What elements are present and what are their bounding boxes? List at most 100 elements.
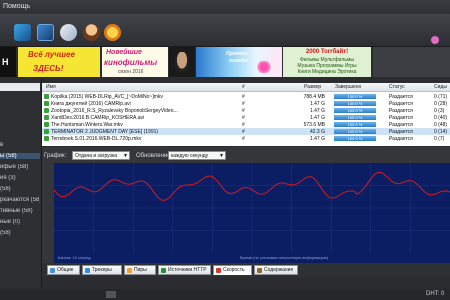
torrent-status-icon [44,115,49,120]
torrent-progress: 100.0 % [334,122,376,127]
torrent-progress: 100.0 % [334,108,376,113]
torrent-seeds: 0 (7) [434,136,445,142]
speed-graph: Шкала: 10 секунд Время (не учитывая полу… [54,163,450,263]
torrent-status-icon [44,129,49,134]
speed-graph-panel: График: Отдача и загрузка ▼ Обновление: … [42,147,450,263]
banner-movies[interactable]: Новейшие кинофильмы сезон 2016 [102,47,168,77]
torrent-size: 1.47 G [309,136,325,142]
banner-left-fragment[interactable]: H [0,47,16,77]
tab-1[interactable]: Трекеры [82,265,122,275]
sidebar-item[interactable]: ные (0) [0,219,40,225]
graph-step-label: Шкала: 10 секунд [58,255,91,260]
settings-icon[interactable] [104,24,121,41]
banner-movies-line3: сезон 2016 [118,69,144,75]
torrent-list: Имя # Размер Завершено Статус Сиды Kopil… [42,83,450,146]
banner-empty [373,47,450,77]
torrent-progress: 100.0 % [334,136,376,141]
tab-icon [257,268,262,273]
tab-label: Общие [57,267,74,273]
tab-4[interactable]: Скорость [213,265,252,275]
rss-icon[interactable] [60,24,77,41]
graph-type-select[interactable]: Отдача и загрузка ▼ [72,151,130,160]
tab-icon [216,268,221,273]
tab-label: Пиры [134,267,147,273]
torrent-progress: 100.0 % [334,94,376,99]
torrent-status-icon [44,122,49,127]
graph-time-label: Время (не учитывая полученную информацию… [240,255,329,260]
chevron-down-icon: ▼ [123,153,128,159]
detail-tabs: Общие Трекеры Пиры Источники HTTP Скорость Со… [42,263,450,277]
graph-type-value: Отдача и загрузка [75,153,118,159]
banner-catalog[interactable]: 2000 Torrбайт! Фильмы Мультфильмы Музыка… [283,47,371,77]
graph-controls: График: Отдача и загрузка ▼ Обновление: … [42,147,450,163]
banner-catalog-line1: 2000 Torrбайт! [305,49,349,55]
torrent-status-icon [44,101,49,106]
search-icon[interactable] [14,24,31,41]
torrent-status-icon [44,108,49,113]
torrent-progress: 100.0 % [334,101,376,106]
sidebar-item[interactable]: в [0,142,40,148]
torrent-row[interactable]: Kopilka (2015) WEB-DLRip_AVC_[~DoMiNo~]m… [42,93,450,100]
tab-icon [161,268,166,273]
status-dht: DHT: 0 [426,291,445,297]
refresh-select[interactable]: каждую секунду ▼ [168,151,226,160]
banner-weather-line2: погоды [229,58,249,64]
torrent-status-icon [44,136,49,141]
torrent-row[interactable]: TERMINATOR 2 JUDGMENT DAY [ESE] (1991) #4… [42,128,450,135]
tab-label: Источники HTTP [168,267,207,273]
flower-image [254,61,274,73]
torrent-row[interactable]: Книга джунглей (2016) CAMRip.avi #1.47 G1… [42,100,450,107]
banner-portrait[interactable] [169,47,195,77]
torrent-hash: # [242,136,245,142]
toolbar [0,14,450,52]
torrent-progress: 100.0 % [334,115,376,120]
tab-0[interactable]: Общие [47,265,80,275]
tab-label: Скорость [223,267,245,273]
banner-weather-line1: Прогноз [226,51,247,57]
menu-help[interactable]: Помощь [3,3,30,10]
banner-best-line2: ЗДЕСЬ! [33,64,64,73]
tab-5[interactable]: Содержание [254,265,298,275]
sidebar-item[interactable]: ы (58) [0,153,40,159]
banner-weather[interactable]: Прогноз погоды [196,47,282,77]
sidebar-item[interactable]: ркачаются (58) [0,197,40,203]
banner-left-text: H [2,57,9,67]
sidebar-item[interactable]: (58) [0,230,40,236]
tab-2[interactable]: Пиры [124,265,156,275]
banner-best-line1: Всё лучшее [28,50,75,59]
category-sidebar: в ы (58) ифые (58) ия (3) (58) ркачаются (58)… [0,78,42,288]
torrent-row[interactable]: Zootopia_2016_R.S_Ryzalevsky BoponobSerg… [42,107,450,114]
tab-icon [85,268,90,273]
col-status-header[interactable]: Статус [389,84,405,90]
add-torrent-icon[interactable] [37,24,54,41]
banner-movies-line1: Новейшие [106,49,142,56]
torrent-status-icon [44,94,49,99]
sidebar-item[interactable]: ифые (58) [0,164,40,170]
torrent-row[interactable]: The.Huntsman.Winters.War.mkv #573.6 MB 100… [42,121,450,128]
tab-3[interactable]: Источники HTTP [158,265,211,275]
graph-type-label: График: [44,153,67,159]
col-hash-header[interactable]: # [242,84,245,90]
torrent-name: Terreboek.S.01.2016.WEB-DL.720p.mkv [51,136,142,142]
avatar-icon[interactable] [83,24,100,41]
col-name-header[interactable]: Имя [46,84,56,90]
list-header: Имя # Размер Завершено Статус Сиды [42,83,450,92]
sidebar-item[interactable]: (58) [0,186,40,192]
sidebar-item[interactable]: тивные (58) [0,208,40,214]
tab-label: Содержание [264,267,294,273]
banner-best[interactable]: Всё лучшее ЗДЕСЬ! [18,47,100,77]
col-done-header[interactable]: Завершено [335,84,361,90]
tab-label: Трекеры [92,267,112,273]
torrent-row[interactable]: XardtDes.2016.B.CAMRip_KOSHERA.avi #1.47 … [42,114,450,121]
refresh-value: каждую секунду [171,153,209,159]
sidebar-item[interactable]: ия (3) [0,175,40,181]
status-bar: DHT: 0 [0,289,450,300]
banner-movies-line2: кинофильмы [104,58,158,67]
torrent-row[interactable]: Terreboek.S.01.2016.WEB-DL.720p.mkv #1.47… [42,135,450,142]
col-seeds-header[interactable]: Сиды [434,84,447,90]
col-size-header[interactable]: Размер [304,84,321,90]
menu-bar: Помощь [0,0,450,14]
portrait-image [175,52,189,72]
banner-catalog-line4: Книги Медицина Эротика [297,69,357,75]
status-indicator [106,291,116,298]
